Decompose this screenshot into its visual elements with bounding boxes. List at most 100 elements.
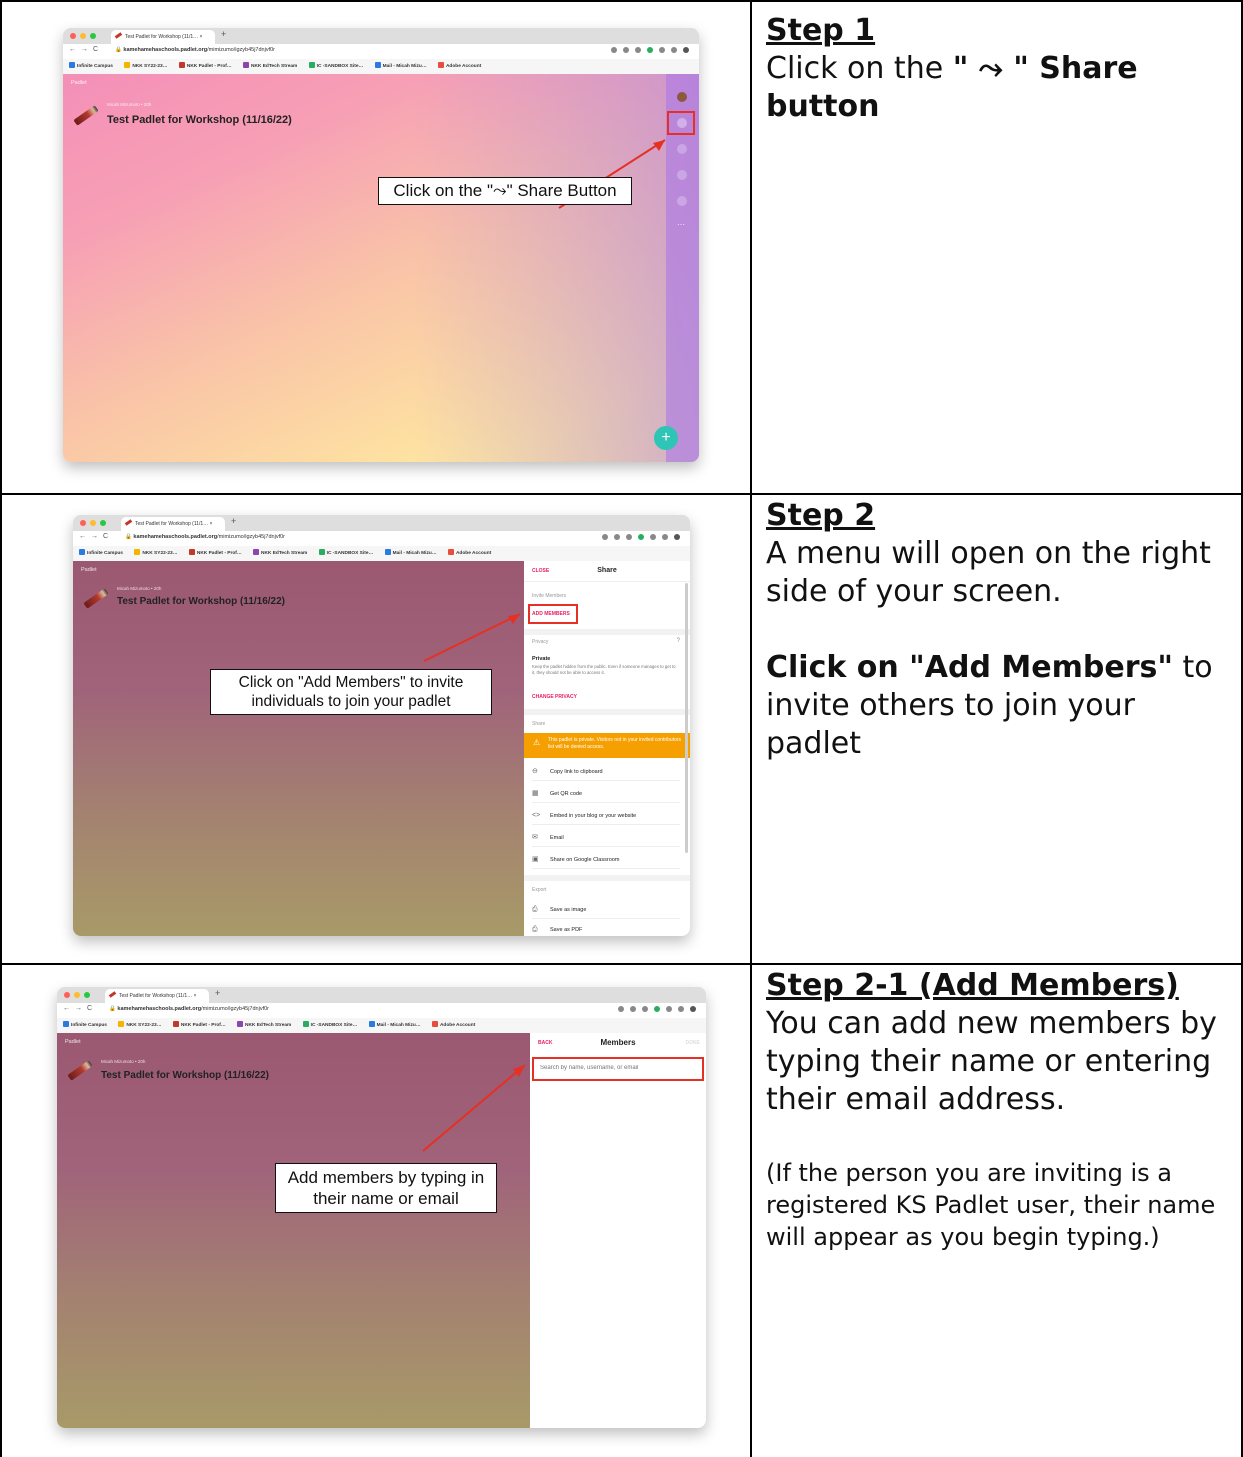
bookmark[interactable]: Adobe Account <box>447 549 491 556</box>
address-bar[interactable]: 🔒 kamehamehaschools.padlet.org/mimizumo/… <box>109 1006 269 1012</box>
bookmark[interactable]: IC -SANDBOX Site… <box>318 549 373 556</box>
bookmarks-bar: Infinite Campus NKK SY22-23… NKK Padlet … <box>57 1018 706 1033</box>
pencil-icon <box>67 1060 93 1081</box>
bookmark[interactable]: NKK EdTech Stream <box>237 1021 291 1028</box>
browser-tab[interactable]: Test Padlet for Workshop (11/1… × <box>121 517 225 531</box>
email-item[interactable]: ✉ Email <box>532 829 680 847</box>
highlight-add-members <box>528 604 578 624</box>
change-privacy-button[interactable]: CHANGE PRIVACY <box>532 694 577 700</box>
pdf-icon: ⎙ <box>532 926 538 933</box>
section-label: Privacy <box>532 639 549 645</box>
section-label: Export <box>532 887 547 893</box>
bookmark[interactable]: Mail - Micah Mizu… <box>374 62 427 69</box>
step-text: You can add new members by typing their … <box>766 1006 1217 1117</box>
callout-add-members: Click on "Add Members" to invite individ… <box>210 669 492 715</box>
step-emphasis: Click on "Add Members" <box>766 650 1173 685</box>
callout-share: Click on the "⤳" Share Button <box>378 177 632 205</box>
arrow-icon <box>422 1064 526 1152</box>
bookmark[interactable]: NKK Padlet - Prof… <box>188 549 242 556</box>
bookmark[interactable]: Adobe Account <box>431 1021 475 1028</box>
nav-icons[interactable]: ←→C <box>63 1005 97 1012</box>
link-icon: ⊖ <box>532 768 538 775</box>
slideshow-icon[interactable] <box>677 196 687 206</box>
step-1-text: Step 1 Click on the " ⤳ " Share button <box>766 12 1236 126</box>
bookmark[interactable]: NKK SY22-23… <box>124 62 168 69</box>
bookmark[interactable]: Infinite Campus <box>79 549 123 556</box>
padlet-title: Test Padlet for Workshop (11/16/22) <box>117 596 286 607</box>
privacy-value: Private <box>532 656 551 662</box>
step-title: Step 2 <box>766 498 876 533</box>
new-tab-button[interactable]: + <box>215 988 220 998</box>
bookmark[interactable]: Infinite Campus <box>63 1021 107 1028</box>
bookmark[interactable]: NKK Padlet - Prof… <box>178 62 232 69</box>
row-divider <box>0 0 1243 2</box>
browser-chrome: Test Padlet for Workshop (11/1… × + ←→C … <box>73 515 690 562</box>
step-3-text: Step 2-1 (Add Members) You can add new m… <box>766 967 1236 1253</box>
bookmarks-bar: Infinite Campus NKK SY22-23… NKK Padlet … <box>63 59 699 74</box>
padlet-logo: Padlet <box>81 567 97 573</box>
share-panel: CLOSE Share Invite Members ADD MEMBERS P… <box>524 561 690 936</box>
step-emphasis: button <box>766 89 880 124</box>
warning-icon: ⚠ <box>533 738 541 747</box>
done-button[interactable]: DONE <box>686 1040 700 1046</box>
address-bar[interactable]: 🔒 kamehamehaschools.padlet.org/mimizumo/… <box>115 47 275 53</box>
mail-icon: ✉ <box>532 834 538 841</box>
extension-icons <box>602 534 680 540</box>
padlet-canvas: Padlet Micah Mizumoto • 20h Test Padlet … <box>57 1033 706 1428</box>
add-post-button[interactable]: + <box>654 426 678 450</box>
screenshot-step-1: Test Padlet for Workshop (11/1… × + ←→C … <box>63 28 699 462</box>
new-tab-button[interactable]: + <box>231 516 236 526</box>
qr-code-item[interactable]: ▦ Get QR code <box>532 785 680 803</box>
padlet-title: Test Padlet for Workshop (11/16/22) <box>101 1070 270 1081</box>
bookmark[interactable]: IC -SANDBOX Site… <box>308 62 363 69</box>
embed-item[interactable]: <> Embed in your blog or your website <box>532 807 680 825</box>
bookmark[interactable]: Adobe Account <box>437 62 481 69</box>
section-label: Invite Members <box>532 593 567 599</box>
copy-link-item[interactable]: ⊖ Copy link to clipboard <box>532 763 680 781</box>
help-icon[interactable]: ? <box>677 638 680 644</box>
row-divider <box>0 493 1243 495</box>
step-2-text: Step 2 A menu will open on the right sid… <box>766 497 1236 763</box>
bookmark[interactable]: Mail - Micah Mizu… <box>368 1021 421 1028</box>
padlet-author: Micah Mizumoto • 20h <box>101 1059 146 1064</box>
save-image-item[interactable]: ⎙ Save as image <box>532 901 680 919</box>
bookmark[interactable]: NKK SY22-23… <box>118 1021 162 1028</box>
nav-icons[interactable]: ←→C <box>69 46 103 53</box>
browser-chrome: Test Padlet for Workshop (11/1… × + ←→C … <box>63 28 699 75</box>
code-icon: <> <box>532 812 541 819</box>
bookmark[interactable]: IC -SANDBOX Site… <box>302 1021 357 1028</box>
arrow-icon <box>423 613 521 662</box>
scrollbar[interactable] <box>685 583 688 853</box>
bookmark[interactable]: NKK EdTech Stream <box>243 62 297 69</box>
nav-icons[interactable]: ←→C <box>79 533 113 540</box>
padlet-logo: Padlet <box>71 80 87 86</box>
padlet-title: Test Padlet for Workshop (11/16/22) <box>107 114 292 126</box>
privacy-description: Keep the padlet hidden from the public. … <box>532 664 676 675</box>
new-tab-button[interactable]: + <box>221 29 226 39</box>
avatar[interactable] <box>677 92 687 102</box>
panel-title: Members <box>600 1038 636 1047</box>
settings-icon[interactable] <box>677 144 687 154</box>
screenshot-step-2: Test Padlet for Workshop (11/1… × + ←→C … <box>73 515 690 936</box>
more-icon[interactable]: ··· <box>677 220 685 229</box>
browser-tab[interactable]: Test Padlet for Workshop (11/1… × <box>111 30 215 44</box>
google-classroom-item[interactable]: ▣ Share on Google Classroom <box>532 851 680 869</box>
classroom-icon: ▣ <box>532 856 539 863</box>
bookmarks-bar: Infinite Campus NKK SY22-23… NKK Padlet … <box>73 546 690 561</box>
section-label: Share <box>532 721 546 727</box>
bookmark[interactable]: NKK Padlet - Prof… <box>172 1021 226 1028</box>
address-bar[interactable]: 🔒 kamehamehaschools.padlet.org/mimizumo/… <box>125 534 285 540</box>
browser-chrome: Test Padlet for Workshop (11/1… × + ←→C … <box>57 987 706 1034</box>
bookmark[interactable]: NKK EdTech Stream <box>253 549 307 556</box>
padlet-canvas: Padlet Micah Mizumoto • 20h Test Padlet … <box>63 74 699 462</box>
remake-icon[interactable] <box>677 170 687 180</box>
save-pdf-item[interactable]: ⎙ Save as PDF <box>532 923 680 936</box>
bookmark[interactable]: Mail - Micah Mizu… <box>384 549 437 556</box>
browser-tab[interactable]: Test Padlet for Workshop (11/1… × <box>105 989 209 1003</box>
bookmark[interactable]: Infinite Campus <box>69 62 113 69</box>
padlet-logo: Padlet <box>65 1039 81 1045</box>
highlight-share-button <box>667 111 695 135</box>
bookmark[interactable]: NKK SY22-23… <box>134 549 178 556</box>
pencil-icon <box>83 588 109 609</box>
step-emphasis: " ⤳ " Share <box>952 51 1138 86</box>
